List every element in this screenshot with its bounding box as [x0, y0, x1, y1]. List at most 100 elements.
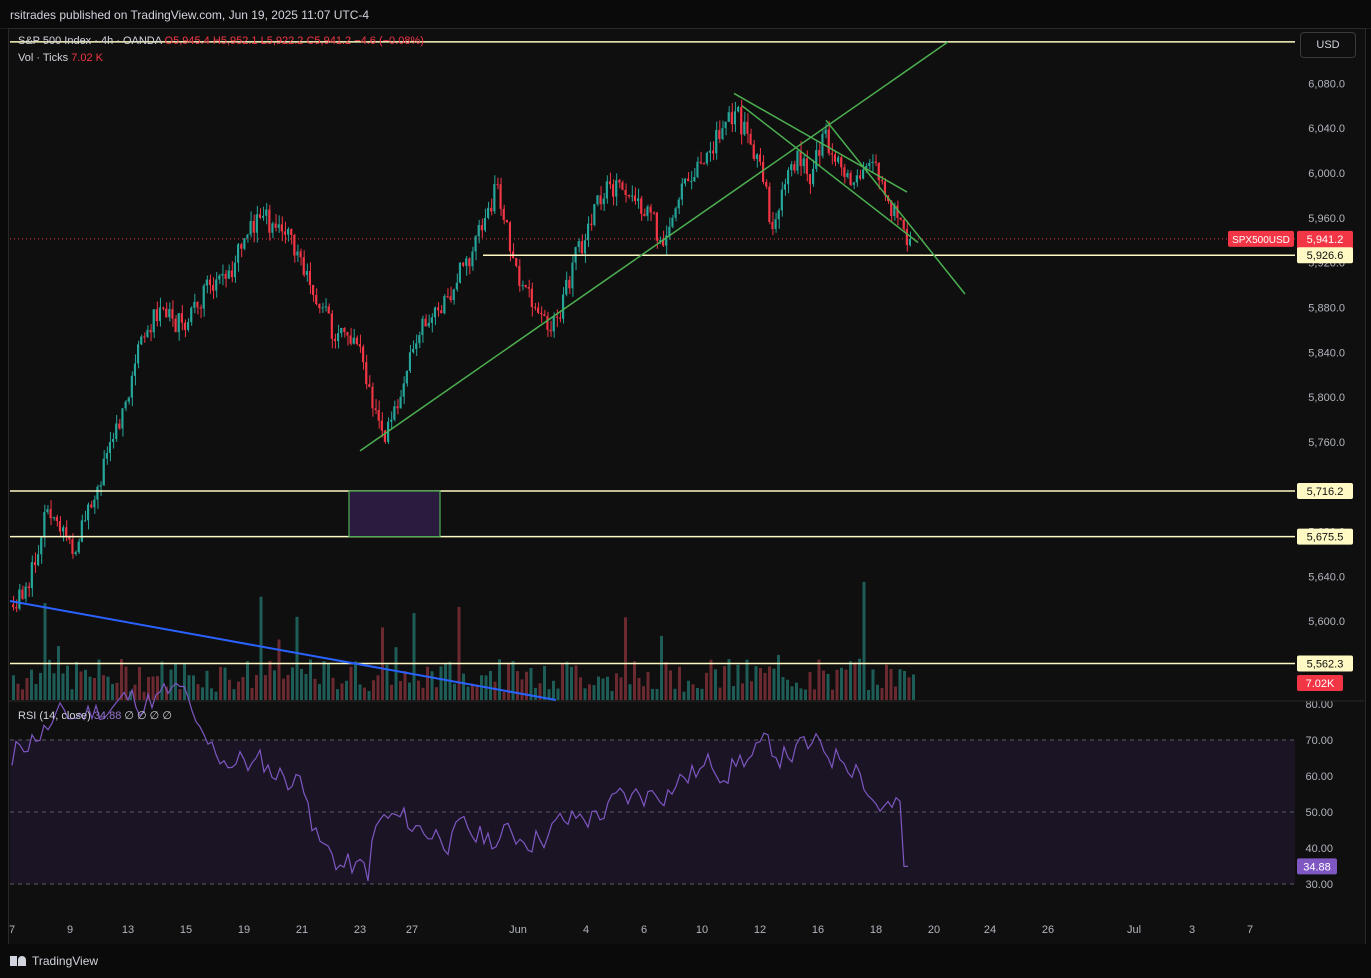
time-tick: 16	[812, 924, 824, 936]
volume-bar	[367, 691, 371, 700]
candle-body	[452, 289, 455, 301]
candle-body	[262, 215, 265, 218]
candle-body	[62, 527, 65, 532]
candle-body	[146, 329, 149, 337]
volume-bar	[489, 670, 492, 700]
candle-body	[812, 168, 815, 185]
candle-body	[808, 174, 811, 185]
volume-bar	[669, 670, 672, 700]
candle-body	[165, 308, 168, 318]
candle-body	[462, 262, 465, 266]
candle-body	[405, 370, 408, 384]
candle-body	[858, 175, 861, 179]
volume-bar	[615, 673, 618, 700]
volume-bar	[646, 671, 650, 700]
volume-bar	[183, 663, 186, 700]
candle-body	[93, 499, 96, 508]
volume-bar	[372, 680, 375, 700]
volume-bar	[696, 687, 699, 700]
volume-bar	[417, 680, 420, 700]
volume-bar	[471, 683, 474, 700]
candle-body	[674, 208, 677, 218]
volume-bar	[790, 686, 794, 700]
candle-body	[771, 222, 774, 230]
volume-bar	[894, 686, 897, 700]
volume-bar	[336, 689, 339, 700]
volume-bar	[565, 661, 569, 700]
volume-bar	[430, 671, 434, 700]
candle-body	[349, 335, 352, 344]
candle-body	[755, 154, 758, 159]
candle-body	[458, 262, 461, 283]
time-tick: 21	[296, 924, 308, 936]
level-tag: 5,926.6	[1307, 250, 1344, 262]
currency-button[interactable]: USD	[1300, 32, 1356, 58]
candle-body	[871, 161, 874, 163]
candle-body	[846, 173, 849, 177]
volume-bar	[763, 672, 767, 700]
candle-body	[108, 441, 111, 453]
candle-body	[412, 348, 415, 353]
volume-bar	[75, 661, 78, 700]
volume-bar	[340, 683, 344, 700]
volume-bar	[534, 687, 537, 700]
volume-bar	[439, 666, 443, 700]
candle-body	[15, 607, 18, 609]
candle-body	[530, 288, 533, 308]
volume-bar	[898, 669, 902, 700]
candle-body	[218, 275, 221, 280]
volume-bar	[624, 617, 627, 700]
time-tick: 3	[1189, 924, 1195, 936]
chart-canvas[interactable]: 6,080.06,040.06,000.05,960.05,920.05,880…	[0, 0, 1371, 978]
candle-body	[655, 212, 658, 241]
candle-body	[37, 554, 40, 566]
candle-body	[746, 121, 749, 134]
candle-body	[121, 408, 124, 429]
volume-bar	[52, 673, 56, 700]
volume-bar	[759, 668, 762, 700]
volume-bar	[421, 687, 425, 700]
volume-bar	[885, 664, 888, 700]
candle-body	[721, 128, 724, 139]
volume-bar	[664, 662, 668, 700]
volume-bar	[219, 666, 222, 700]
candle-body	[330, 313, 333, 339]
candle-body	[515, 258, 518, 267]
volume-bar	[709, 659, 713, 700]
candle-body	[315, 295, 318, 305]
candle-body	[743, 121, 746, 135]
volume-bar	[655, 688, 659, 700]
candle-body	[518, 266, 521, 286]
volume-bar	[70, 689, 74, 700]
time-tick: 7	[9, 924, 15, 936]
candle-body	[290, 228, 293, 235]
volume-bar	[732, 686, 735, 700]
candle-body	[227, 270, 230, 279]
candle-body	[149, 329, 152, 333]
volume-bar	[880, 687, 884, 700]
candle-body	[780, 189, 783, 211]
volume-bar	[795, 682, 798, 700]
candle-body	[299, 251, 302, 258]
tradingview-logo[interactable]: TradingView	[10, 954, 98, 968]
candle-body	[540, 312, 543, 315]
candle-body	[696, 161, 699, 178]
volume-bar	[601, 678, 605, 700]
candle-body	[646, 206, 649, 216]
volume-bar	[786, 679, 789, 700]
volume-bar	[502, 691, 506, 700]
rsi-tick: 50.00	[1305, 807, 1333, 819]
volume-bar	[610, 691, 614, 700]
volume-bar	[390, 684, 393, 700]
volume-bar	[111, 683, 114, 700]
candle-body	[96, 486, 99, 500]
candle-body	[80, 520, 83, 542]
candle-body	[58, 521, 61, 532]
candle-body	[71, 539, 74, 554]
candle-body	[777, 210, 780, 220]
candle-body	[543, 314, 546, 316]
candle-body	[424, 318, 427, 327]
volume-bar	[619, 677, 623, 700]
volume-value: 7.02 K	[71, 52, 103, 64]
volume-bar	[156, 676, 159, 700]
